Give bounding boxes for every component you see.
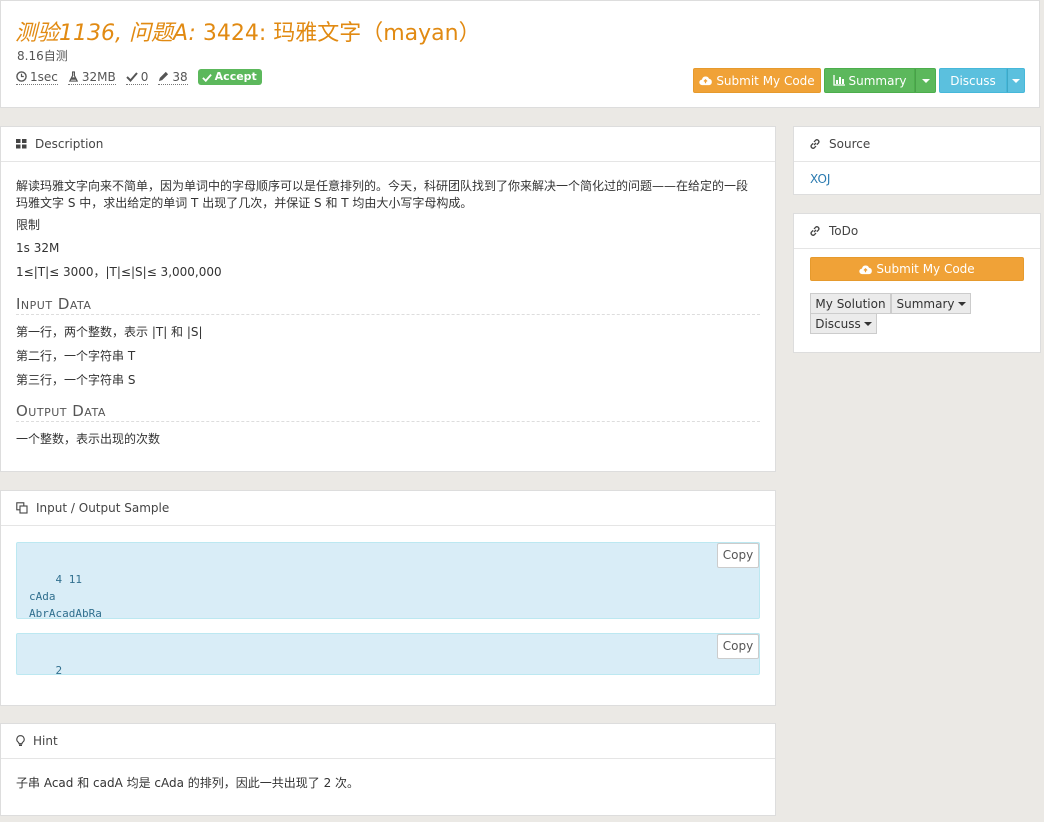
description-heading: Description: [35, 137, 104, 151]
output-data-heading: Output Data: [16, 402, 760, 422]
copy-input-button[interactable]: Copy: [717, 543, 759, 568]
todo-discuss-label: Discuss: [815, 316, 861, 331]
todo-discuss-dropdown[interactable]: Discuss: [810, 313, 877, 334]
caret-down-icon: [957, 301, 966, 306]
input-data-line-2: 第二行，一个字符串 T: [16, 349, 136, 363]
time-limit: 1sec: [16, 70, 58, 85]
hint-panel-header: Hint: [1, 724, 775, 759]
hint-text: 子串 Acad 和 cadA 均是 cAda 的排列，因此一共出现了 2 次。: [16, 776, 360, 790]
grid-icon: [16, 139, 27, 149]
sample-input-block[interactable]: 4 11 cAda AbrAcadAbRa Copy: [16, 542, 760, 620]
link-icon: [810, 139, 820, 149]
input-data-line-3: 第三行，一个字符串 S: [16, 373, 136, 387]
limit-title: 限制: [16, 218, 41, 232]
hint-panel: Hint 子串 Acad 和 cadA 均是 cAda 的排列，因此一共出现了 …: [0, 723, 776, 816]
input-data-heading: Input Data: [16, 295, 760, 315]
source-heading: Source: [829, 137, 871, 151]
sample-output-text: 2: [55, 664, 63, 677]
caret-down-icon: [1012, 78, 1020, 83]
time-limit-value: 1sec: [30, 69, 58, 84]
source-panel: Source XOJ: [793, 126, 1041, 195]
summary-button[interactable]: Summary: [824, 68, 915, 93]
memory-limit-value: 32MB: [81, 69, 116, 84]
hint-heading: Hint: [33, 734, 58, 748]
copy-icon: [16, 502, 28, 514]
pencil-icon: [159, 71, 169, 82]
cloud-upload-icon: [699, 76, 713, 86]
output-data-line-1: 一个整数，表示出现的次数: [16, 432, 161, 446]
sample-output-block[interactable]: 2 Copy: [16, 633, 760, 677]
submit-count: 38: [158, 69, 188, 85]
discuss-dropdown-toggle[interactable]: [1007, 68, 1025, 93]
description-panel: Description 解读玛雅文字向来不简单，因为单词中的字母顺序可以是任意排…: [0, 126, 776, 472]
todo-summary-dropdown[interactable]: Summary: [891, 293, 971, 314]
limit-line-2: 1≤|T|≤ 3000，|T|≤|S|≤ 3,000,000: [16, 265, 222, 279]
description-panel-header: Description: [1, 127, 775, 162]
sample-input-text: 4 11 cAda AbrAcadAbRa: [29, 573, 102, 620]
check-icon: [126, 72, 138, 82]
summary-label: Summary: [848, 73, 907, 88]
page-title: 测验1136, 问题A: 3424: 玛雅文字（mayan）: [15, 15, 481, 47]
sample-panel: Input / Output Sample 4 11 cAda AbrAcadA…: [0, 490, 776, 706]
todo-panel: ToDo Submit My Code My Solution Summary …: [793, 213, 1041, 353]
lightbulb-icon: [16, 735, 25, 746]
submit-code-button[interactable]: Submit My Code: [693, 68, 821, 93]
cloud-upload-icon: [859, 265, 873, 274]
solved-count-value: 0: [140, 69, 149, 84]
discuss-label: Discuss: [950, 73, 996, 88]
bar-chart-icon: [832, 75, 845, 86]
title-problem-name: 3424: 玛雅文字（mayan）: [195, 21, 481, 46]
source-link[interactable]: XOJ: [810, 172, 830, 186]
todo-panel-header: ToDo: [794, 214, 1040, 249]
status-badge-label: Accept: [214, 70, 257, 83]
memory-limit: 32MB: [67, 69, 116, 85]
todo-submit-code-button[interactable]: Submit My Code: [810, 257, 1024, 281]
limit-line-1: 1s 32M: [16, 241, 60, 255]
caret-down-icon: [921, 78, 930, 83]
link-icon: [810, 226, 820, 236]
submit-count-value: 38: [172, 69, 188, 84]
todo-submit-label: Submit My Code: [876, 262, 975, 276]
discuss-button[interactable]: Discuss: [939, 68, 1007, 93]
problem-header: 测验1136, 问题A: 3424: 玛雅文字（mayan） 8.16自测 1s…: [0, 0, 1040, 108]
description-text-line-2: 玛雅文字 S 中，求出给定的单词 T 出现了几次，并保证 S 和 T 均由大小写…: [16, 196, 473, 210]
my-solution-label: My Solution: [815, 296, 886, 311]
copy-output-button[interactable]: Copy: [717, 634, 759, 659]
description-text-line-1: 解读玛雅文字向来不简单，因为单词中的字母顺序可以是任意排列的。今天，科研团队找到…: [16, 179, 749, 193]
problem-meta: 1sec 32MB 0 38 Accept: [16, 69, 262, 85]
source-panel-header: Source: [794, 127, 1040, 162]
todo-summary-label: Summary: [896, 296, 955, 311]
my-solution-button[interactable]: My Solution: [810, 293, 891, 314]
submit-code-label: Submit My Code: [716, 73, 815, 88]
sample-panel-header: Input / Output Sample: [1, 491, 775, 526]
problem-subtitle: 8.16自测: [17, 49, 68, 63]
solved-count: 0: [125, 69, 149, 85]
caret-down-icon: [863, 321, 872, 326]
input-data-line-1: 第一行，两个整数，表示 |T| 和 |S|: [16, 325, 203, 339]
title-contest-prefix: 测验1136, 问题A:: [15, 21, 196, 46]
clock-icon: [16, 71, 27, 82]
flask-icon: [68, 71, 79, 82]
status-badge: Accept: [197, 69, 262, 85]
check-icon: [201, 73, 212, 82]
todo-heading: ToDo: [829, 224, 859, 238]
sample-heading: Input / Output Sample: [36, 501, 170, 515]
summary-dropdown-toggle[interactable]: [915, 68, 936, 93]
